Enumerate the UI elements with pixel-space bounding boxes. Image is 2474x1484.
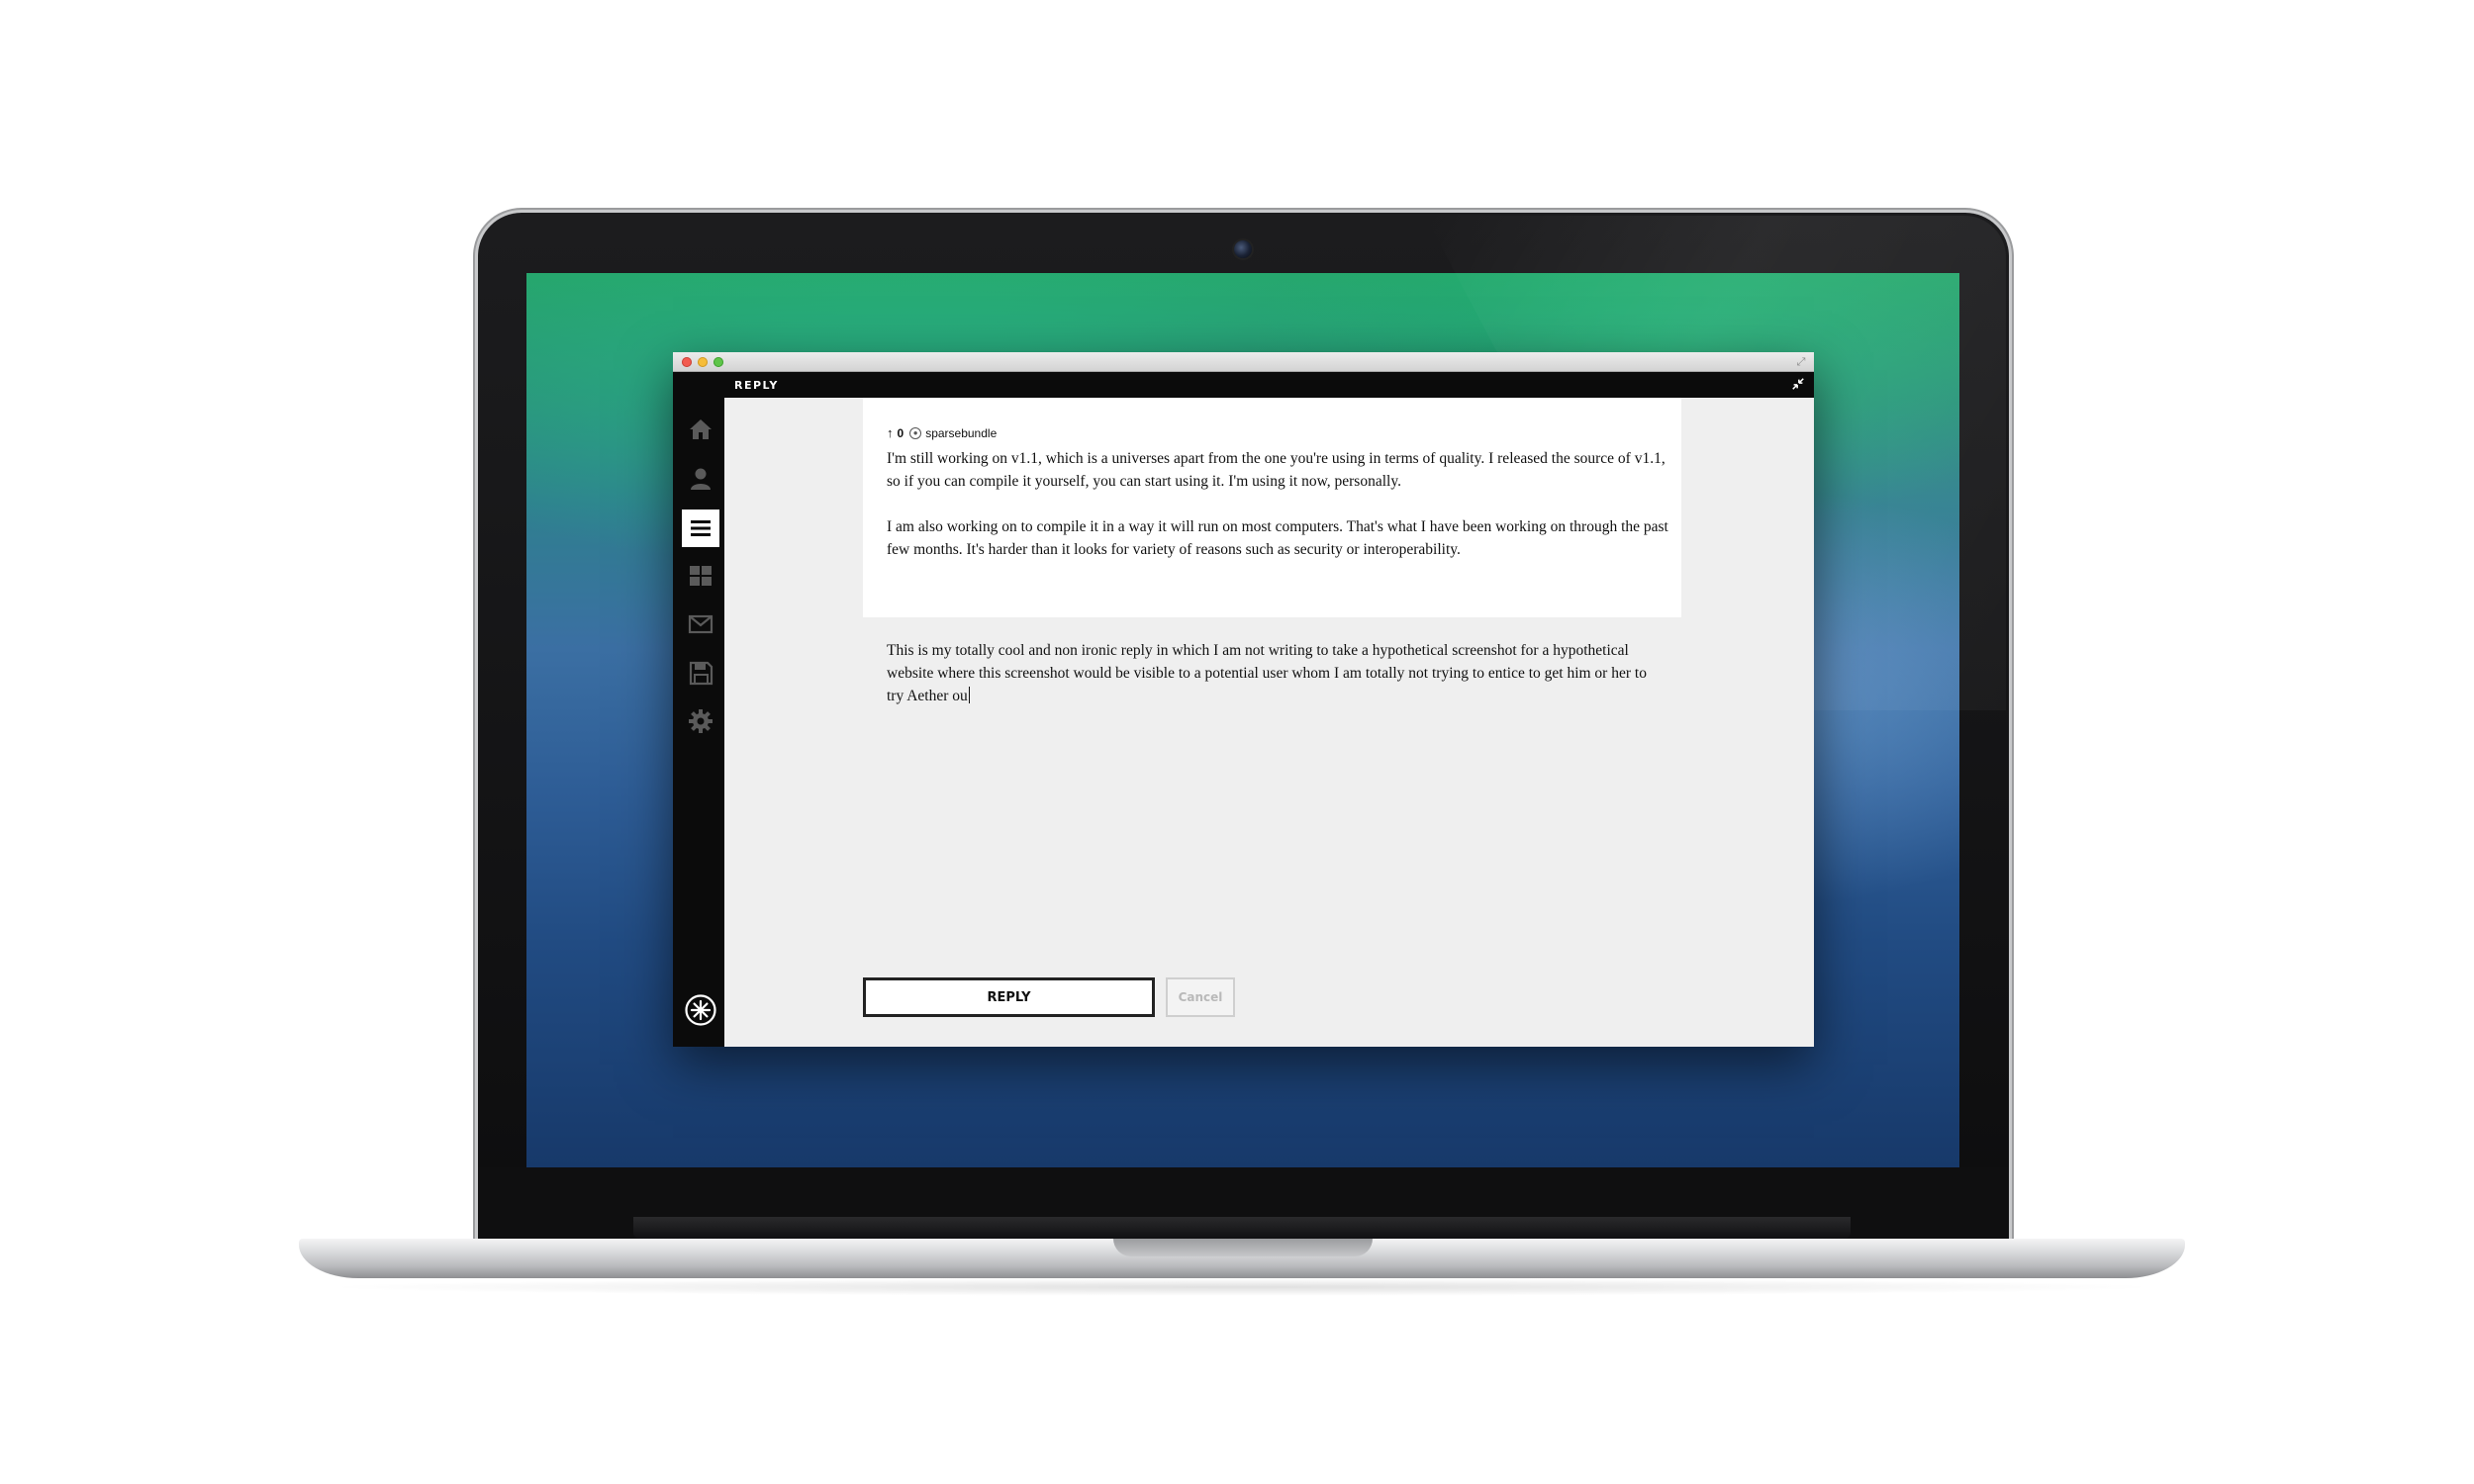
aether-logo[interactable] — [684, 993, 717, 1027]
laptop-base-notch — [1113, 1239, 1373, 1256]
upvote-icon[interactable]: ↑ — [887, 426, 894, 439]
laptop-shadow — [317, 1278, 2167, 1296]
nav-home[interactable] — [683, 412, 718, 447]
gear-icon — [689, 709, 713, 733]
user-icon: ● — [909, 427, 922, 439]
minimize-window-button[interactable] — [698, 357, 708, 367]
list-icon — [691, 520, 711, 536]
header-bar: REPLY — [673, 372, 1814, 398]
home-icon — [690, 419, 712, 439]
reply-text: This is my totally cool and non ironic r… — [887, 639, 1658, 707]
nav-saved[interactable] — [683, 655, 718, 691]
nav-mail[interactable] — [683, 606, 718, 642]
webcam — [1234, 240, 1252, 258]
post-author[interactable]: sparsebundle — [925, 426, 997, 440]
close-window-button[interactable] — [682, 357, 692, 367]
text-caret — [968, 687, 970, 703]
nav-grid[interactable] — [683, 558, 718, 594]
parent-post-card: ↑ 0 ● sparsebundle I'm still working on … — [863, 398, 1681, 617]
collapse-arrows-svg — [1792, 378, 1804, 390]
fullscreen-icon[interactable]: ⤢ — [1794, 355, 1808, 369]
post-paragraph: I am also working on to compile it in a … — [887, 518, 1668, 558]
post-meta: ↑ 0 ● sparsebundle — [887, 425, 997, 441]
reply-textarea[interactable]: This is my totally cool and non ironic r… — [863, 639, 1681, 956]
app-window: ⤢ REPLY ↑ 0 ● sparsebundle I'm still wor… — [673, 352, 1814, 1047]
nav-profile[interactable] — [683, 461, 718, 497]
collapse-icon[interactable] — [1790, 377, 1806, 393]
nav-list[interactable] — [682, 510, 719, 547]
post-paragraph: I'm still working on v1.1, which is a un… — [887, 450, 1665, 490]
vote-count: 0 — [897, 426, 904, 440]
post-body: I'm still working on v1.1, which is a un… — [887, 447, 1668, 584]
page-title: REPLY — [734, 379, 779, 392]
nav-settings[interactable] — [683, 703, 718, 739]
mail-icon — [688, 614, 714, 634]
zoom-window-button[interactable] — [714, 357, 723, 367]
laptop-hinge — [633, 1217, 1851, 1239]
grid-icon — [690, 566, 712, 586]
aether-logo-icon — [685, 994, 716, 1026]
save-icon — [689, 661, 714, 686]
window-titlebar: ⤢ — [673, 352, 1814, 372]
cancel-button[interactable]: Cancel — [1166, 977, 1235, 1017]
sidebar — [673, 398, 724, 1047]
reply-draft: This is my totally cool and non ironic r… — [887, 642, 1651, 704]
reply-button[interactable]: REPLY — [863, 977, 1155, 1017]
profile-icon — [691, 468, 711, 490]
